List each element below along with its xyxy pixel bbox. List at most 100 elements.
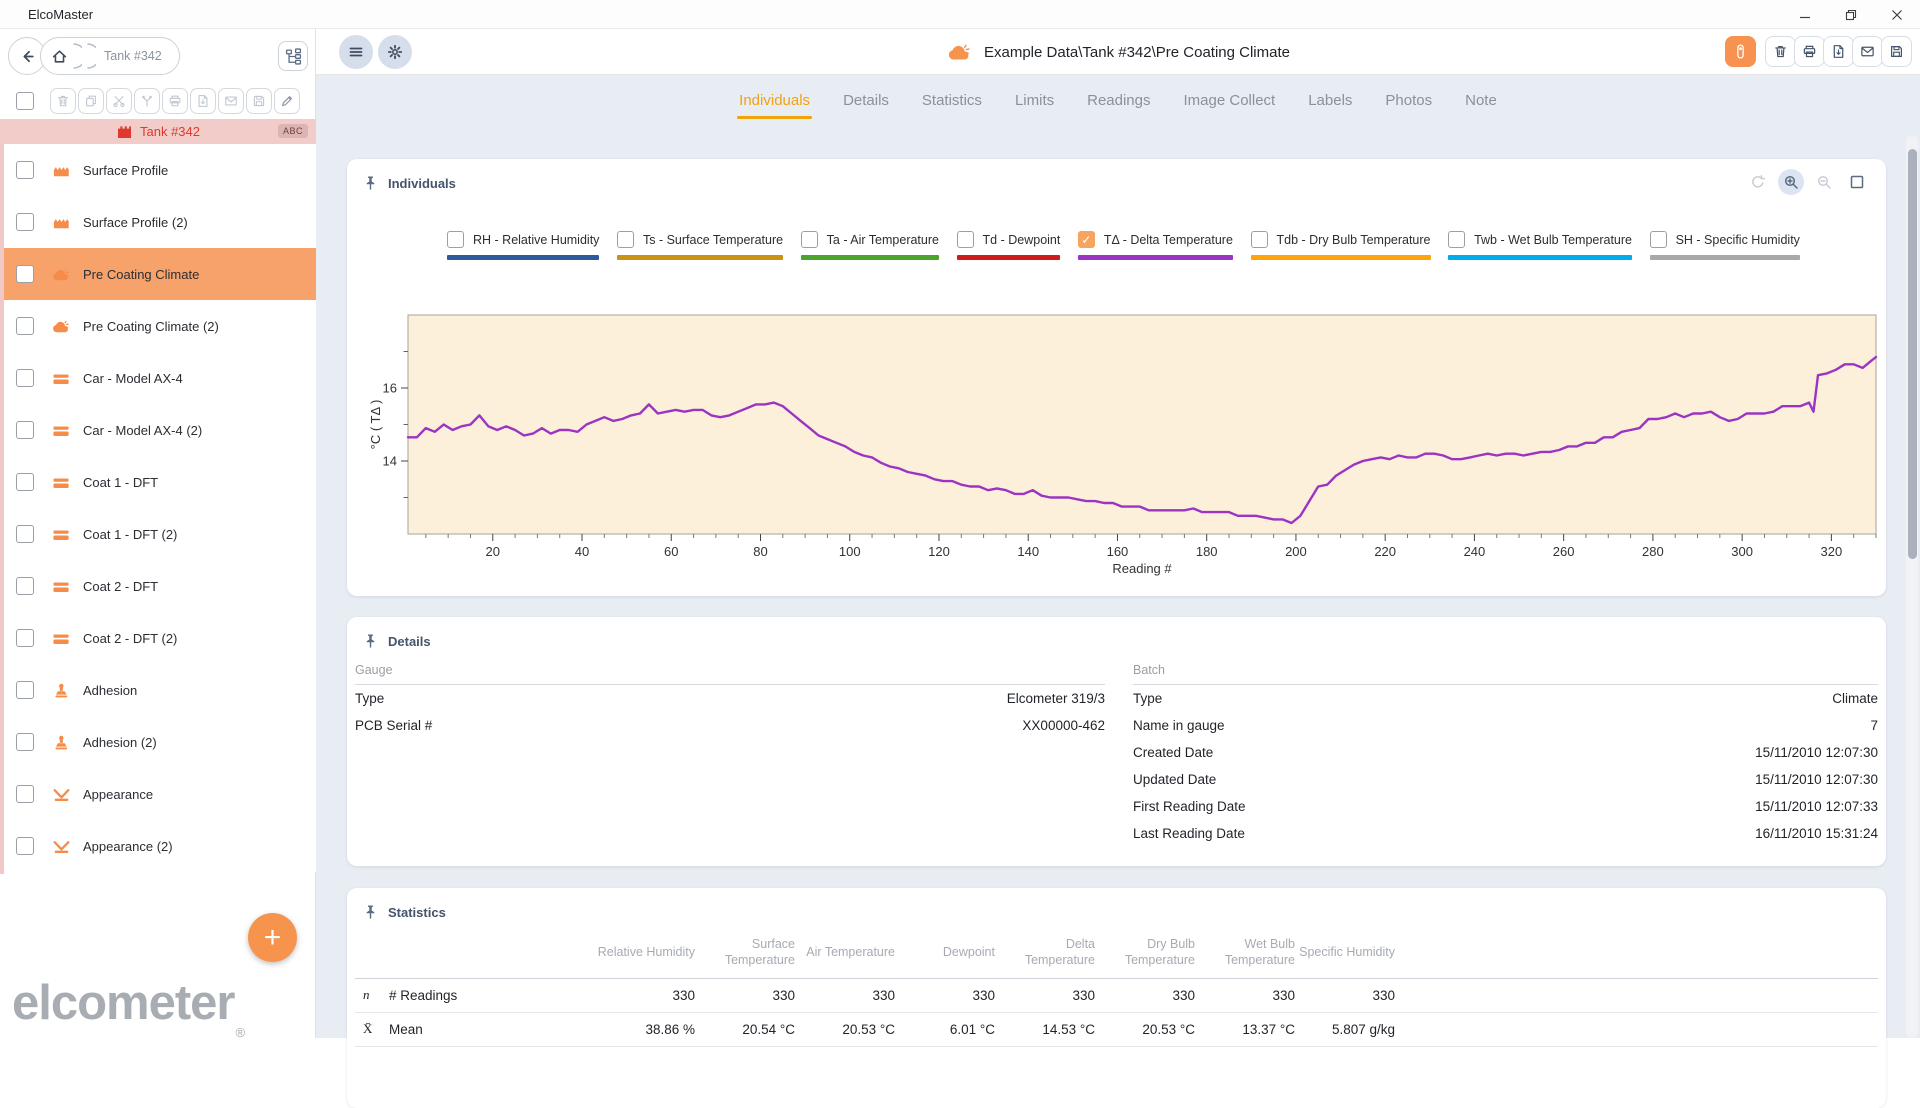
batch-item[interactable]: Adhesion [0, 664, 316, 716]
legend-item[interactable]: SH - Specific Humidity [1650, 231, 1800, 260]
vertical-scrollbar[interactable] [1906, 135, 1918, 1038]
batch-item[interactable]: Coat 2 - DFT [0, 560, 316, 612]
delete-batch-button[interactable] [1765, 36, 1796, 67]
save-button[interactable] [246, 88, 272, 114]
expand-button[interactable] [1844, 169, 1870, 195]
gauge-connect-button[interactable] [1725, 36, 1756, 67]
legend-color-bar [957, 255, 1061, 260]
legend-checkbox[interactable] [1650, 231, 1667, 248]
batch-item[interactable]: Coat 2 - DFT (2) [0, 612, 316, 664]
tab-photos[interactable]: Photos [1383, 88, 1434, 123]
batch-item[interactable]: Car - Model AX-4 (2) [0, 404, 316, 456]
legend-checkbox[interactable] [957, 231, 974, 248]
legend-color-bar [1251, 255, 1431, 260]
batch-item[interactable]: Coat 1 - DFT [0, 456, 316, 508]
window-close-icon[interactable] [1874, 0, 1920, 29]
coating-layers-icon [52, 474, 71, 491]
delta-temperature-line-chart[interactable]: 1416204060801001201401601802002202402602… [367, 287, 1886, 587]
legend-checkbox[interactable] [1078, 231, 1095, 248]
legend-item[interactable]: Ta - Air Temperature [801, 231, 939, 260]
item-checkbox[interactable] [16, 785, 34, 803]
tab-limits[interactable]: Limits [1013, 88, 1056, 123]
zoom-out-button[interactable] [1811, 169, 1837, 195]
branch-button[interactable] [134, 88, 160, 114]
save-batch-button[interactable] [1881, 36, 1912, 67]
tab-readings[interactable]: Readings [1085, 88, 1152, 123]
batch-item[interactable]: Pre Coating Climate [0, 248, 316, 300]
legend-checkbox[interactable] [801, 231, 818, 248]
tab-details[interactable]: Details [841, 88, 891, 123]
legend-color-bar [617, 255, 783, 260]
surface-profile-icon [52, 162, 71, 179]
item-checkbox[interactable] [16, 681, 34, 699]
item-checkbox[interactable] [16, 161, 34, 179]
batch-item[interactable]: Adhesion (2) [0, 716, 316, 768]
select-all-checkbox[interactable] [16, 92, 34, 110]
window-restore-icon[interactable] [1828, 0, 1874, 29]
pin-icon[interactable] [363, 633, 378, 649]
tab-individuals[interactable]: Individuals [737, 88, 812, 123]
zoom-in-button[interactable] [1778, 169, 1804, 195]
item-checkbox[interactable] [16, 577, 34, 595]
tab-note[interactable]: Note [1463, 88, 1499, 123]
item-checkbox[interactable] [16, 525, 34, 543]
item-checkbox[interactable] [16, 213, 34, 231]
legend-checkbox[interactable] [1251, 231, 1268, 248]
home-icon[interactable] [51, 48, 68, 65]
sort-abc-badge[interactable]: ABC [278, 124, 308, 138]
cut-button[interactable] [106, 88, 132, 114]
detail-row: PCB Serial #XX00000-462 [355, 712, 1105, 739]
legend-checkbox[interactable] [1448, 231, 1465, 248]
tree-root-header[interactable]: Tank #342 ABC [0, 119, 316, 144]
batch-item[interactable]: Pre Coating Climate (2) [0, 300, 316, 352]
delete-button[interactable] [50, 88, 76, 114]
item-checkbox[interactable] [16, 629, 34, 647]
email-batch-button[interactable] [1852, 36, 1883, 67]
tab-statistics[interactable]: Statistics [920, 88, 984, 123]
item-checkbox[interactable] [16, 265, 34, 283]
copy-button[interactable] [78, 88, 104, 114]
legend-item[interactable]: Twb - Wet Bulb Temperature [1448, 231, 1632, 260]
batch-item[interactable]: Car - Model AX-4 [0, 352, 316, 404]
batch-item[interactable]: Appearance (2) [0, 820, 316, 872]
breadcrumb[interactable]: Tank #342 [40, 37, 180, 75]
reset-zoom-button[interactable] [1745, 169, 1771, 195]
print-batch-button[interactable] [1794, 36, 1825, 67]
batch-item[interactable]: Appearance [0, 768, 316, 820]
count-icon: n [363, 987, 377, 1003]
batch-item[interactable]: Coat 1 - DFT (2) [0, 508, 316, 560]
window-minimize-icon[interactable] [1782, 0, 1828, 29]
edit-button[interactable] [274, 88, 300, 114]
window-title: ElcoMaster [28, 7, 93, 22]
item-checkbox[interactable] [16, 317, 34, 335]
panel-title: Statistics [388, 905, 446, 920]
print-button[interactable] [162, 88, 188, 114]
batch-item[interactable]: Surface Profile [0, 144, 316, 196]
legend-item[interactable]: RH - Relative Humidity [447, 231, 599, 260]
batch-item[interactable]: Surface Profile (2) [0, 196, 316, 248]
legend-item[interactable]: TΔ - Delta Temperature [1078, 231, 1233, 260]
item-checkbox[interactable] [16, 369, 34, 387]
legend-checkbox[interactable] [617, 231, 634, 248]
pin-icon[interactable] [363, 175, 378, 191]
pin-icon[interactable] [363, 904, 378, 920]
legend-checkbox[interactable] [447, 231, 464, 248]
item-checkbox[interactable] [16, 733, 34, 751]
legend-item[interactable]: Ts - Surface Temperature [617, 231, 783, 260]
legend-item[interactable]: Td - Dewpoint [957, 231, 1061, 260]
item-checkbox[interactable] [16, 421, 34, 439]
export-pdf-batch-button[interactable] [1823, 36, 1854, 67]
item-checkbox[interactable] [16, 837, 34, 855]
legend-item[interactable]: Tdb - Dry Bulb Temperature [1251, 231, 1431, 260]
tree-view-button[interactable] [278, 41, 308, 71]
tab-image-collect[interactable]: Image Collect [1182, 88, 1278, 123]
svg-text:16: 16 [383, 381, 397, 396]
email-button[interactable] [218, 88, 244, 114]
item-checkbox[interactable] [16, 473, 34, 491]
tab-labels[interactable]: Labels [1306, 88, 1354, 123]
scrollbar-thumb[interactable] [1908, 149, 1917, 559]
add-button[interactable]: + [248, 913, 297, 962]
tab-bar: Individuals Details Statistics Limits Re… [316, 75, 1920, 135]
batch-details-column: Batch TypeClimate Name in gauge7 Created… [1133, 663, 1878, 847]
export-pdf-button[interactable] [190, 88, 216, 114]
